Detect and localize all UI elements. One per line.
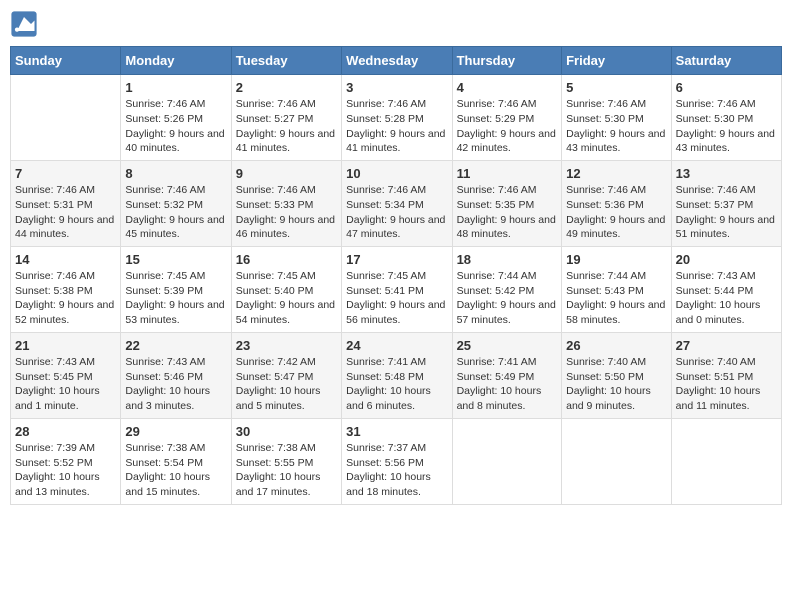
header-cell-tuesday: Tuesday — [231, 47, 341, 75]
calendar-cell: 21 Sunrise: 7:43 AM Sunset: 5:45 PM Dayl… — [11, 332, 121, 418]
calendar-table: SundayMondayTuesdayWednesdayThursdayFrid… — [10, 46, 782, 505]
header-cell-saturday: Saturday — [671, 47, 781, 75]
calendar-cell: 3 Sunrise: 7:46 AM Sunset: 5:28 PM Dayli… — [342, 75, 452, 161]
header-cell-wednesday: Wednesday — [342, 47, 452, 75]
calendar-cell: 22 Sunrise: 7:43 AM Sunset: 5:46 PM Dayl… — [121, 332, 231, 418]
calendar-cell: 24 Sunrise: 7:41 AM Sunset: 5:48 PM Dayl… — [342, 332, 452, 418]
calendar-cell — [11, 75, 121, 161]
calendar-cell: 29 Sunrise: 7:38 AM Sunset: 5:54 PM Dayl… — [121, 418, 231, 504]
calendar-cell: 19 Sunrise: 7:44 AM Sunset: 5:43 PM Dayl… — [562, 246, 672, 332]
calendar-cell: 16 Sunrise: 7:45 AM Sunset: 5:40 PM Dayl… — [231, 246, 341, 332]
calendar-cell: 12 Sunrise: 7:46 AM Sunset: 5:36 PM Dayl… — [562, 160, 672, 246]
logo-icon — [10, 10, 38, 38]
calendar-cell: 14 Sunrise: 7:46 AM Sunset: 5:38 PM Dayl… — [11, 246, 121, 332]
calendar-cell: 18 Sunrise: 7:44 AM Sunset: 5:42 PM Dayl… — [452, 246, 562, 332]
calendar-cell: 20 Sunrise: 7:43 AM Sunset: 5:44 PM Dayl… — [671, 246, 781, 332]
calendar-cell: 31 Sunrise: 7:37 AM Sunset: 5:56 PM Dayl… — [342, 418, 452, 504]
calendar-cell — [671, 418, 781, 504]
calendar-cell: 9 Sunrise: 7:46 AM Sunset: 5:33 PM Dayli… — [231, 160, 341, 246]
week-row-4: 28 Sunrise: 7:39 AM Sunset: 5:52 PM Dayl… — [11, 418, 782, 504]
week-row-2: 14 Sunrise: 7:46 AM Sunset: 5:38 PM Dayl… — [11, 246, 782, 332]
page-header — [10, 10, 782, 38]
week-row-0: 1 Sunrise: 7:46 AM Sunset: 5:26 PM Dayli… — [11, 75, 782, 161]
header-cell-thursday: Thursday — [452, 47, 562, 75]
calendar-cell: 27 Sunrise: 7:40 AM Sunset: 5:51 PM Dayl… — [671, 332, 781, 418]
calendar-cell: 25 Sunrise: 7:41 AM Sunset: 5:49 PM Dayl… — [452, 332, 562, 418]
calendar-cell: 26 Sunrise: 7:40 AM Sunset: 5:50 PM Dayl… — [562, 332, 672, 418]
calendar-cell: 30 Sunrise: 7:38 AM Sunset: 5:55 PM Dayl… — [231, 418, 341, 504]
calendar-cell: 17 Sunrise: 7:45 AM Sunset: 5:41 PM Dayl… — [342, 246, 452, 332]
header-cell-sunday: Sunday — [11, 47, 121, 75]
calendar-cell: 4 Sunrise: 7:46 AM Sunset: 5:29 PM Dayli… — [452, 75, 562, 161]
calendar-cell: 1 Sunrise: 7:46 AM Sunset: 5:26 PM Dayli… — [121, 75, 231, 161]
calendar-cell: 15 Sunrise: 7:45 AM Sunset: 5:39 PM Dayl… — [121, 246, 231, 332]
calendar-cell: 6 Sunrise: 7:46 AM Sunset: 5:30 PM Dayli… — [671, 75, 781, 161]
calendar-cell: 28 Sunrise: 7:39 AM Sunset: 5:52 PM Dayl… — [11, 418, 121, 504]
calendar-cell: 2 Sunrise: 7:46 AM Sunset: 5:27 PM Dayli… — [231, 75, 341, 161]
header-row: SundayMondayTuesdayWednesdayThursdayFrid… — [11, 47, 782, 75]
calendar-cell — [562, 418, 672, 504]
calendar-cell: 13 Sunrise: 7:46 AM Sunset: 5:37 PM Dayl… — [671, 160, 781, 246]
calendar-cell — [452, 418, 562, 504]
logo — [10, 10, 42, 38]
header-cell-friday: Friday — [562, 47, 672, 75]
calendar-cell: 11 Sunrise: 7:46 AM Sunset: 5:35 PM Dayl… — [452, 160, 562, 246]
week-row-3: 21 Sunrise: 7:43 AM Sunset: 5:45 PM Dayl… — [11, 332, 782, 418]
calendar-cell: 10 Sunrise: 7:46 AM Sunset: 5:34 PM Dayl… — [342, 160, 452, 246]
calendar-cell: 7 Sunrise: 7:46 AM Sunset: 5:31 PM Dayli… — [11, 160, 121, 246]
week-row-1: 7 Sunrise: 7:46 AM Sunset: 5:31 PM Dayli… — [11, 160, 782, 246]
calendar-cell: 5 Sunrise: 7:46 AM Sunset: 5:30 PM Dayli… — [562, 75, 672, 161]
calendar-cell: 23 Sunrise: 7:42 AM Sunset: 5:47 PM Dayl… — [231, 332, 341, 418]
calendar-cell: 8 Sunrise: 7:46 AM Sunset: 5:32 PM Dayli… — [121, 160, 231, 246]
header-cell-monday: Monday — [121, 47, 231, 75]
